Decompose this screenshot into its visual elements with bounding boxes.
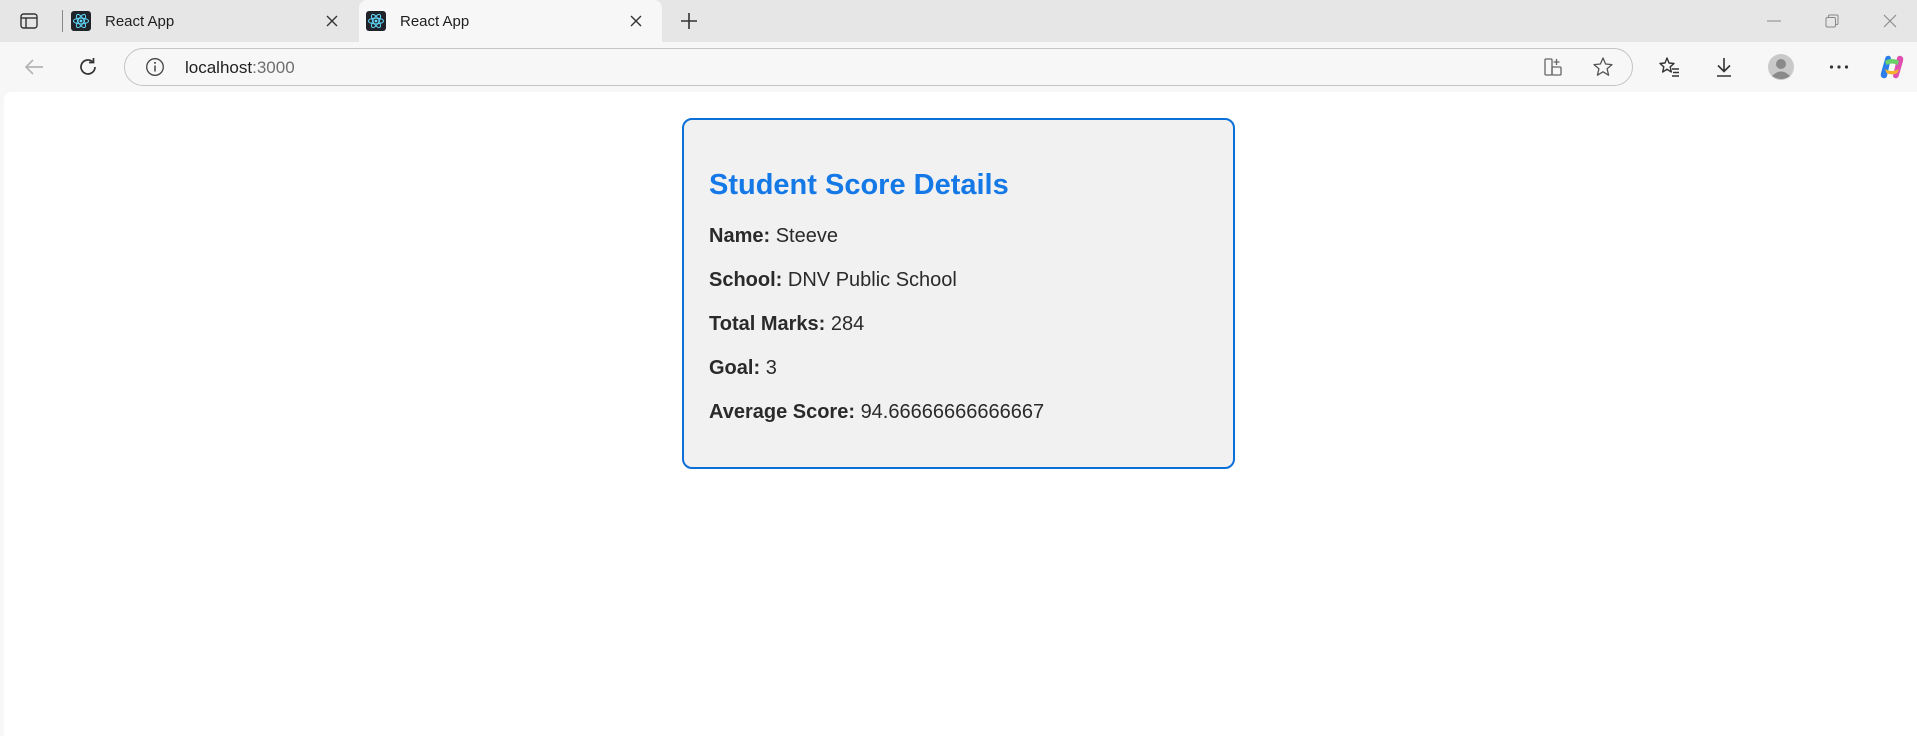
- copilot-icon[interactable]: [1874, 49, 1910, 85]
- react-logo-icon: [366, 11, 386, 31]
- site-info-icon[interactable]: [145, 57, 165, 77]
- restore-icon[interactable]: [1812, 6, 1852, 36]
- field-value: DNV Public School: [787, 269, 957, 291]
- student-score-card: Student Score Details Name: Steeve Schoo…: [682, 118, 1235, 469]
- tab-strip: React App React App: [0, 0, 1917, 42]
- profile-avatar-icon[interactable]: [1763, 49, 1799, 85]
- field-value: Steeve: [775, 225, 838, 247]
- tab-title: React App: [400, 12, 470, 30]
- name-row: Name: Steeve: [709, 224, 1233, 248]
- tab-separator: [62, 10, 63, 32]
- field-label: Average Score:: [709, 401, 855, 423]
- url-text: localhost:3000: [185, 58, 295, 78]
- field-label: Name:: [709, 225, 771, 247]
- tab-react-app-1[interactable]: React App: [64, 0, 358, 42]
- field-label: School:: [709, 269, 783, 291]
- window-close-icon[interactable]: [1870, 6, 1910, 36]
- tab-title: React App: [105, 12, 175, 30]
- field-label: Goal:: [709, 357, 761, 379]
- field-value: 3: [765, 357, 777, 379]
- goal-row: Goal: 3: [709, 356, 1233, 380]
- app-available-icon[interactable]: [1538, 52, 1568, 82]
- page-viewport: Student Score Details Name: Steeve Schoo…: [4, 92, 1917, 736]
- browser-toolbar: localhost:3000: [0, 42, 1917, 92]
- new-tab-icon[interactable]: [674, 6, 704, 36]
- favorite-star-icon[interactable]: [1588, 52, 1618, 82]
- more-options-icon[interactable]: [1821, 49, 1857, 85]
- download-icon[interactable]: [1706, 49, 1742, 85]
- react-logo-icon: [71, 11, 91, 31]
- tab-actions-icon[interactable]: [14, 8, 44, 34]
- average-score-row: Average Score: 94.66666666666667: [709, 400, 1233, 424]
- back-arrow-icon[interactable]: [16, 49, 52, 85]
- close-icon[interactable]: [622, 7, 650, 35]
- refresh-icon[interactable]: [70, 49, 106, 85]
- url-port: :3000: [252, 58, 295, 77]
- field-value: 94.66666666666667: [860, 401, 1045, 423]
- minimize-icon[interactable]: [1754, 6, 1794, 36]
- total-marks-row: Total Marks: 284: [709, 312, 1233, 336]
- tab-react-app-2[interactable]: React App: [359, 0, 662, 42]
- field-label: Total Marks:: [709, 313, 826, 335]
- close-icon[interactable]: [318, 7, 346, 35]
- url-host: localhost: [185, 58, 253, 77]
- school-row: School: DNV Public School: [709, 268, 1233, 292]
- favorites-icon[interactable]: [1651, 49, 1687, 85]
- address-bar[interactable]: localhost:3000: [124, 48, 1633, 86]
- card-title: Student Score Details: [709, 169, 1009, 201]
- field-value: 284: [830, 313, 865, 335]
